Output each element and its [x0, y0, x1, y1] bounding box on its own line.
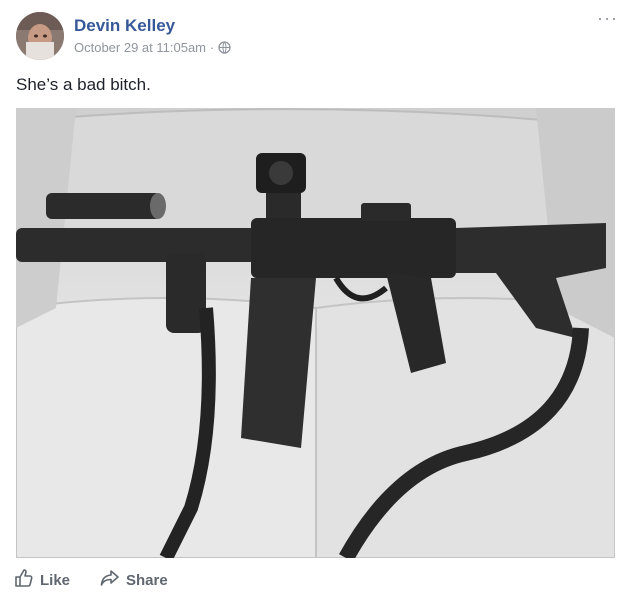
facebook-post: Devin Kelley October 29 at 11:05am · ···… — [0, 0, 640, 597]
like-button[interactable]: Like — [14, 568, 70, 592]
meta-separator: · — [210, 40, 215, 55]
post-actions-bar: Like Share — [14, 568, 168, 592]
post-timestamp[interactable]: October 29 at 11:05am — [74, 40, 206, 55]
share-arrow-icon — [100, 568, 120, 592]
thumbs-up-icon — [14, 568, 34, 592]
like-label: Like — [40, 571, 71, 589]
post-photo[interactable] — [16, 108, 615, 558]
globe-icon[interactable] — [218, 41, 232, 54]
author-name-link[interactable]: Devin Kelley — [74, 16, 175, 36]
post-text: She’s a bad bitch. — [16, 75, 151, 94]
profile-photo — [16, 12, 64, 60]
share-button[interactable]: Share — [100, 568, 168, 592]
post-meta: October 29 at 11:05am · — [74, 40, 232, 55]
share-label: Share — [126, 571, 168, 589]
avatar[interactable] — [16, 12, 64, 60]
rifle-on-couch-photo — [16, 108, 615, 558]
more-options-icon[interactable]: ··· — [597, 8, 618, 29]
